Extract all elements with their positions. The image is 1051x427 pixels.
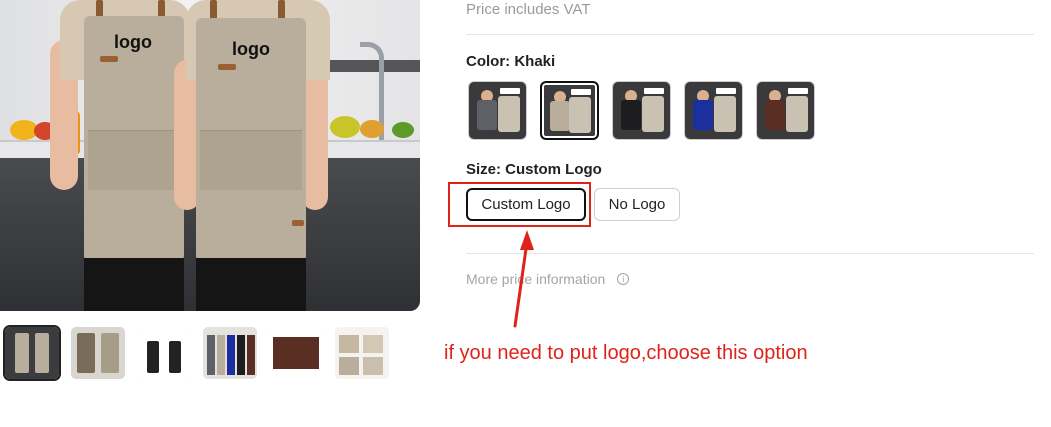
price-note: Price includes VAT	[466, 1, 591, 18]
thumbnail-1[interactable]	[3, 325, 61, 381]
thumbnail-4[interactable]	[203, 327, 257, 379]
thumbnail-2[interactable]	[71, 327, 125, 379]
apron-pocket	[88, 130, 180, 190]
color-swatch-khaki[interactable]	[540, 81, 599, 140]
color-swatch-grey[interactable]	[468, 81, 527, 140]
apron-pocket	[200, 130, 302, 190]
leather-patch	[218, 64, 236, 70]
fruit-shape	[360, 120, 384, 138]
swatch-detail	[786, 96, 808, 132]
size-label: Size: Custom Logo	[466, 161, 602, 178]
divider	[466, 253, 1034, 254]
thumbnail-5[interactable]	[269, 327, 323, 379]
color-label: Color: Khaki	[466, 53, 556, 70]
annotation-text: if you need to put logo,choose this opti…	[444, 342, 808, 364]
swatch-tag	[571, 89, 591, 95]
leather-patch	[100, 56, 118, 62]
swatch-apron	[550, 101, 570, 131]
fruit-shape	[330, 116, 360, 138]
divider	[466, 34, 1034, 35]
swatch-detail	[569, 97, 591, 133]
apron-logo-right: logo	[232, 39, 270, 59]
pants	[196, 258, 306, 311]
color-swatch-blue[interactable]	[684, 81, 743, 140]
info-icon: i	[617, 273, 630, 285]
swatch-tag	[716, 88, 736, 94]
size-option-no-logo[interactable]: No Logo	[594, 188, 680, 221]
thumbnail-6[interactable]	[335, 327, 389, 379]
size-option-custom-logo[interactable]: Custom Logo	[466, 188, 586, 221]
swatch-apron	[693, 100, 713, 130]
swatch-detail	[642, 96, 664, 132]
swatch-apron	[477, 100, 497, 130]
more-price-info-link[interactable]: More price information i	[466, 271, 630, 287]
swatch-tag	[788, 88, 808, 94]
pants	[84, 258, 184, 311]
swatch-tag	[500, 88, 520, 94]
swatch-apron	[621, 100, 641, 130]
color-swatch-black[interactable]	[612, 81, 671, 140]
swatch-detail	[714, 96, 736, 132]
fruit-shape	[392, 122, 414, 138]
leather-patch	[292, 220, 304, 226]
swatch-detail	[498, 96, 520, 132]
thumbnail-3[interactable]	[137, 327, 191, 379]
thumbnail-strip	[3, 325, 389, 381]
more-price-info-label: More price information	[466, 271, 606, 287]
swatch-tag	[644, 88, 664, 94]
apron-logo-left: logo	[114, 32, 152, 52]
color-swatch-coffee[interactable]	[756, 81, 815, 140]
swatch-apron	[765, 100, 785, 130]
color-swatches	[468, 81, 815, 140]
main-product-image: logo logo	[0, 0, 420, 311]
